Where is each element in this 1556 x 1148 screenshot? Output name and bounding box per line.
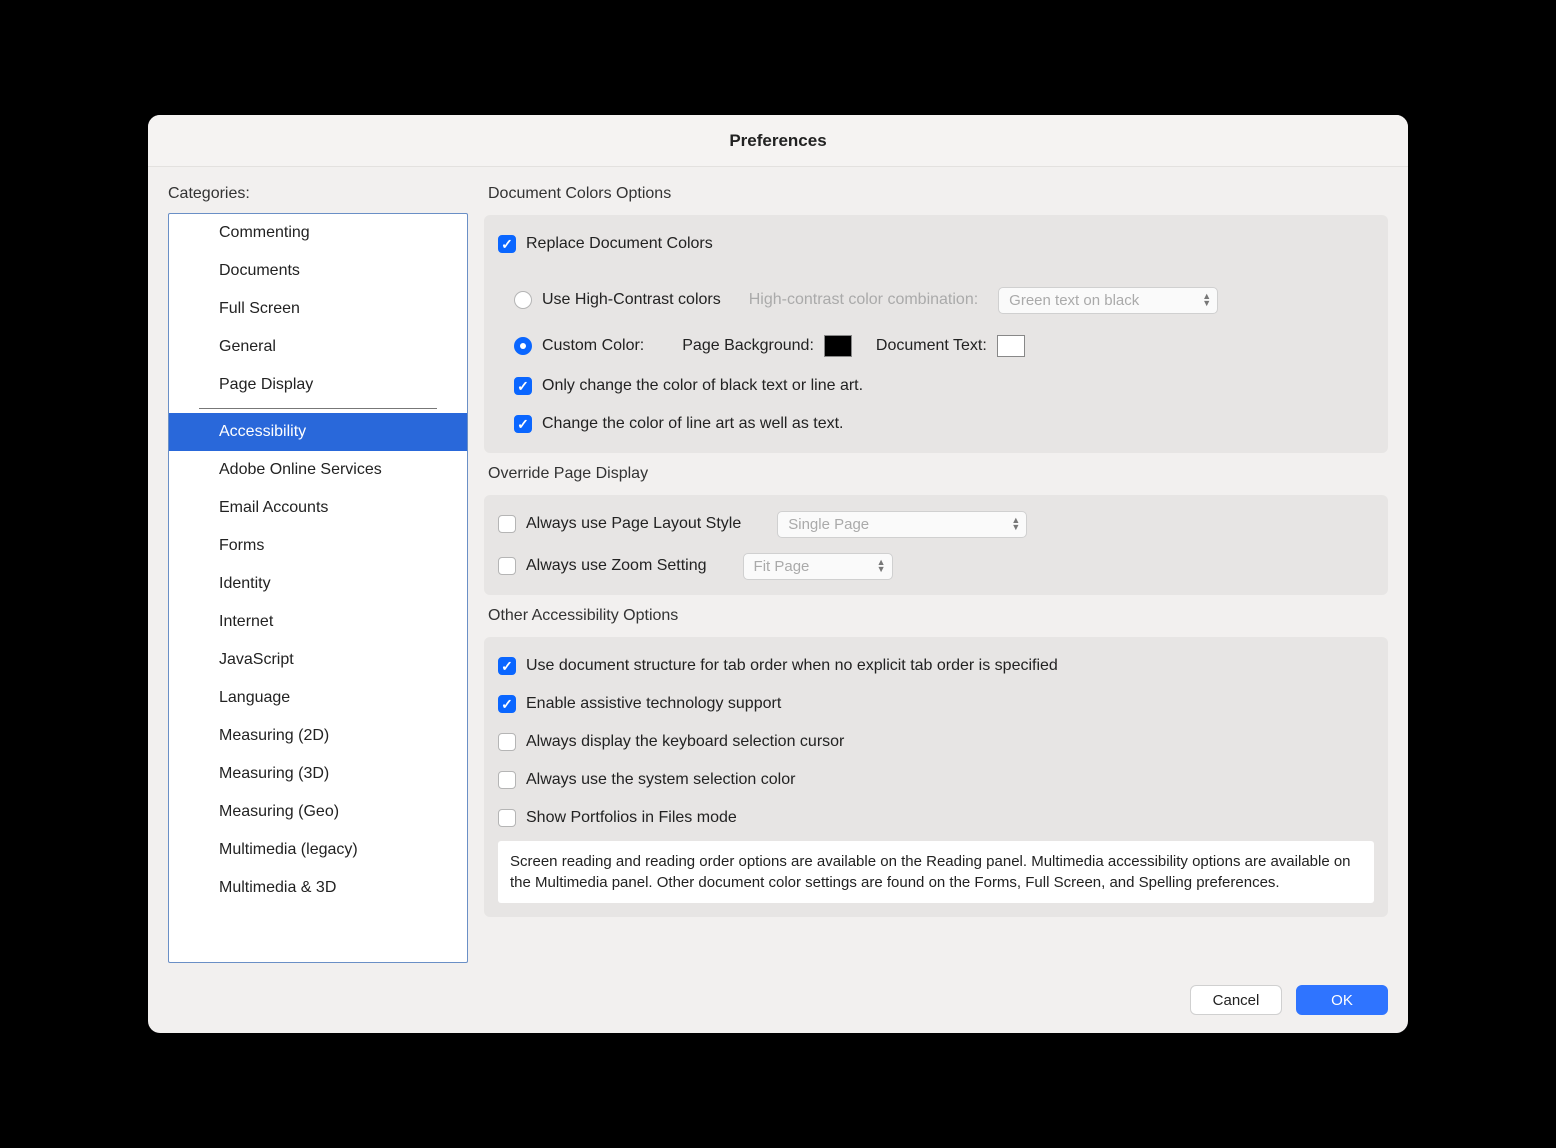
- checkbox-zoom[interactable]: [498, 557, 516, 575]
- label-zoom: Always use Zoom Setting: [526, 557, 707, 575]
- select-zoom[interactable]: Fit Page ▲▼: [743, 553, 893, 580]
- section-title-other: Other Accessibility Options: [488, 607, 1388, 625]
- label-custom-color: Custom Color:: [542, 337, 644, 355]
- sidebar-item-page-display[interactable]: Page Display: [169, 366, 467, 404]
- categories-list[interactable]: Commenting Documents Full Screen General…: [168, 213, 468, 963]
- cancel-button[interactable]: Cancel: [1190, 985, 1282, 1015]
- panel-doc-colors: Replace Document Colors Use High-Contras…: [484, 215, 1388, 453]
- select-hc-combo[interactable]: Green text on black ▲▼: [998, 287, 1218, 314]
- checkbox-tab-order[interactable]: [498, 657, 516, 675]
- select-page-layout[interactable]: Single Page ▲▼: [777, 511, 1027, 538]
- label-hc-combo: High-contrast color combination:: [749, 291, 978, 309]
- ok-button[interactable]: OK: [1296, 985, 1388, 1015]
- panel-other: Use document structure for tab order whe…: [484, 637, 1388, 917]
- label-high-contrast: Use High-Contrast colors: [542, 291, 721, 309]
- label-system-color: Always use the system selection color: [526, 771, 795, 789]
- sidebar-item-forms[interactable]: Forms: [169, 527, 467, 565]
- label-portfolios: Show Portfolios in Files mode: [526, 809, 737, 827]
- sidebar-item-language[interactable]: Language: [169, 679, 467, 717]
- label-tab-order: Use document structure for tab order whe…: [526, 657, 1058, 675]
- button-bar: Cancel OK: [148, 975, 1408, 1033]
- sidebar-item-multimedia-legacy[interactable]: Multimedia (legacy): [169, 831, 467, 869]
- sidebar-item-accessibility[interactable]: Accessibility: [169, 413, 467, 451]
- window-title: Preferences: [148, 115, 1408, 167]
- preferences-window: Preferences Categories: Commenting Docum…: [148, 115, 1408, 1033]
- sidebar-item-adobe-online[interactable]: Adobe Online Services: [169, 451, 467, 489]
- checkbox-replace-colors[interactable]: [498, 235, 516, 253]
- chevron-updown-icon: ▲▼: [1011, 517, 1020, 531]
- section-title-override: Override Page Display: [488, 465, 1388, 483]
- sidebar-item-identity[interactable]: Identity: [169, 565, 467, 603]
- radio-high-contrast[interactable]: [514, 291, 532, 309]
- swatch-document-text[interactable]: [997, 335, 1025, 357]
- radio-custom-color[interactable]: [514, 337, 532, 355]
- label-replace-colors: Replace Document Colors: [526, 235, 713, 253]
- select-hc-combo-value: Green text on black: [1009, 292, 1139, 309]
- sidebar-item-javascript[interactable]: JavaScript: [169, 641, 467, 679]
- content: Document Colors Options Replace Document…: [484, 185, 1388, 963]
- label-doc-text: Document Text:: [876, 337, 987, 355]
- panel-override: Always use Page Layout Style Single Page…: [484, 495, 1388, 595]
- sidebar-item-measuring-2d[interactable]: Measuring (2D): [169, 717, 467, 755]
- checkbox-system-color[interactable]: [498, 771, 516, 789]
- checkbox-only-black[interactable]: [514, 377, 532, 395]
- sidebar-title: Categories:: [168, 185, 468, 203]
- label-only-black: Only change the color of black text or l…: [542, 377, 863, 395]
- checkbox-page-layout[interactable]: [498, 515, 516, 533]
- label-page-layout: Always use Page Layout Style: [526, 515, 741, 533]
- sidebar: Categories: Commenting Documents Full Sc…: [168, 185, 468, 963]
- sidebar-item-general[interactable]: General: [169, 328, 467, 366]
- info-text: Screen reading and reading order options…: [498, 841, 1374, 903]
- checkbox-line-art[interactable]: [514, 415, 532, 433]
- label-assistive: Enable assistive technology support: [526, 695, 781, 713]
- checkbox-assistive[interactable]: [498, 695, 516, 713]
- label-page-bg: Page Background:: [682, 337, 814, 355]
- sidebar-item-documents[interactable]: Documents: [169, 252, 467, 290]
- select-zoom-value: Fit Page: [754, 558, 810, 575]
- label-keyboard-cursor: Always display the keyboard selection cu…: [526, 733, 844, 751]
- main-area: Categories: Commenting Documents Full Sc…: [148, 167, 1408, 975]
- select-page-layout-value: Single Page: [788, 516, 869, 533]
- sidebar-item-measuring-3d[interactable]: Measuring (3D): [169, 755, 467, 793]
- sidebar-item-full-screen[interactable]: Full Screen: [169, 290, 467, 328]
- sidebar-separator: [199, 408, 437, 409]
- label-line-art: Change the color of line art as well as …: [542, 415, 844, 433]
- section-title-doc-colors: Document Colors Options: [488, 185, 1388, 203]
- sidebar-item-measuring-geo[interactable]: Measuring (Geo): [169, 793, 467, 831]
- chevron-updown-icon: ▲▼: [877, 559, 886, 573]
- sidebar-item-multimedia-3d[interactable]: Multimedia & 3D: [169, 869, 467, 907]
- checkbox-keyboard-cursor[interactable]: [498, 733, 516, 751]
- swatch-page-background[interactable]: [824, 335, 852, 357]
- sidebar-item-email-accounts[interactable]: Email Accounts: [169, 489, 467, 527]
- sidebar-item-internet[interactable]: Internet: [169, 603, 467, 641]
- checkbox-portfolios[interactable]: [498, 809, 516, 827]
- sidebar-item-commenting[interactable]: Commenting: [169, 214, 467, 252]
- chevron-updown-icon: ▲▼: [1202, 293, 1211, 307]
